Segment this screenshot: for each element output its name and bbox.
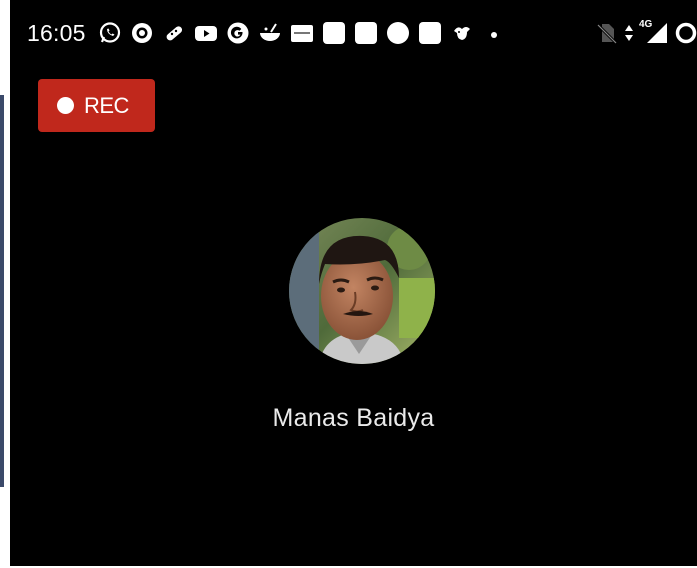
square-icon <box>418 21 442 45</box>
status-bar: 16:05 4G <box>10 12 697 52</box>
left-edge <box>0 0 10 568</box>
square-icon <box>354 21 378 45</box>
caller-name: Manas Baidya <box>272 404 435 432</box>
bird-icon <box>450 21 474 45</box>
rec-button-label: REC <box>84 92 129 118</box>
call-screen: 16:05 4G REC Manas Baidya <box>10 0 697 568</box>
no-sim-icon <box>595 21 619 45</box>
dot-icon <box>482 21 506 45</box>
cooking-icon <box>258 21 282 45</box>
caller-avatar <box>289 218 435 364</box>
record-dot-icon <box>57 97 74 114</box>
google-icon <box>226 21 250 45</box>
amazon-icon <box>290 21 314 45</box>
status-time: 16:05 <box>27 20 86 46</box>
system-icons: 4G <box>595 19 697 47</box>
square-icon <box>322 21 346 45</box>
pill-icon <box>162 21 186 45</box>
notification-icons <box>98 19 506 47</box>
data-arrows-icon <box>623 21 635 45</box>
recorder-icon <box>130 21 154 45</box>
whatsapp-icon <box>98 21 122 45</box>
youtube-icon <box>194 21 218 45</box>
left-edge-strip <box>0 95 4 487</box>
battery-ring-icon <box>673 21 697 45</box>
circle-icon <box>386 21 410 45</box>
signal-icon: 4G <box>639 19 669 45</box>
rec-button[interactable]: REC <box>38 79 155 132</box>
network-type-label: 4G <box>639 19 653 30</box>
